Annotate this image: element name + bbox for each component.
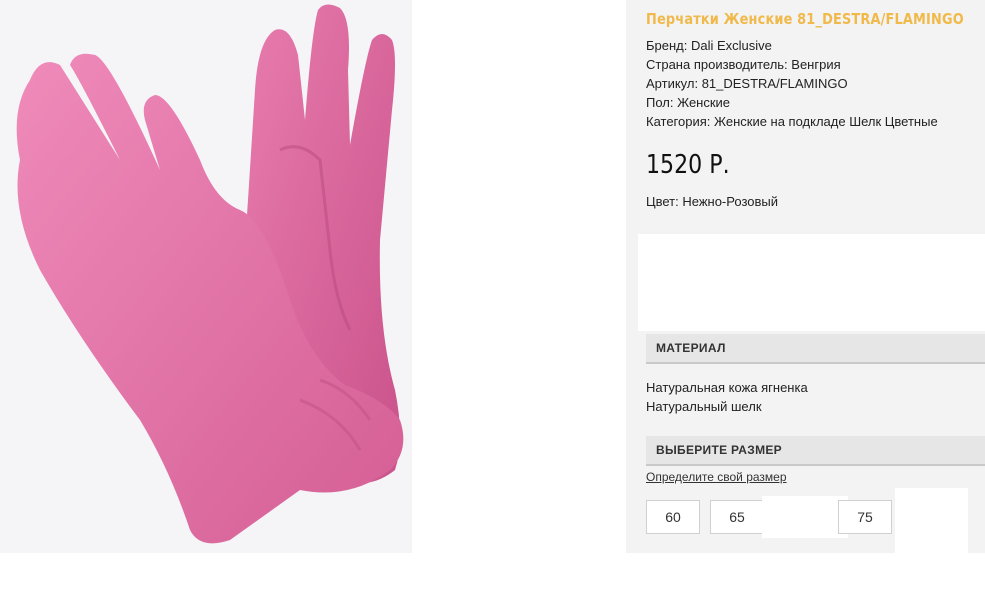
material-heading: МАТЕРИАЛ [646, 334, 985, 364]
spec-brand: Бренд: Dali Exclusive [646, 38, 772, 53]
size-option-75[interactable]: 75 [838, 500, 892, 534]
product-image[interactable] [0, 0, 412, 553]
material-item: Натуральная кожа ягненка [646, 380, 808, 395]
spec-category: Категория: Женские на подкладе Шелк Цвет… [646, 114, 938, 129]
blank-patch [895, 488, 968, 554]
product-info-panel: Перчатки Женские 81_DESTRA/FLAMINGO Брен… [626, 0, 985, 553]
size-option-60[interactable]: 60 [646, 500, 700, 534]
product-price: 1520 Р. [646, 150, 730, 180]
material-list: Натуральная кожа ягненка Натуральный шел… [646, 378, 808, 416]
spec-sku: Артикул: 81_DESTRA/FLAMINGO [646, 76, 848, 91]
size-option-65[interactable]: 65 [710, 500, 764, 534]
product-color: Цвет: Нежно-Розовый [646, 194, 778, 209]
spec-country: Страна производитель: Венгрия [646, 57, 841, 72]
spec-gender: Пол: Женские [646, 95, 731, 110]
blank-patch [762, 496, 848, 538]
pink-gloves-image [16, 4, 404, 544]
blank-panel [638, 234, 985, 331]
size-guide-link[interactable]: Определите свой размер [646, 470, 787, 484]
size-heading: ВЫБЕРИТЕ РАЗМЕР [646, 436, 985, 466]
product-title: Перчатки Женские 81_DESTRA/FLAMINGO [646, 10, 964, 28]
product-specs: Бренд: Dali Exclusive Страна производите… [646, 36, 938, 131]
material-item: Натуральный шелк [646, 399, 762, 414]
